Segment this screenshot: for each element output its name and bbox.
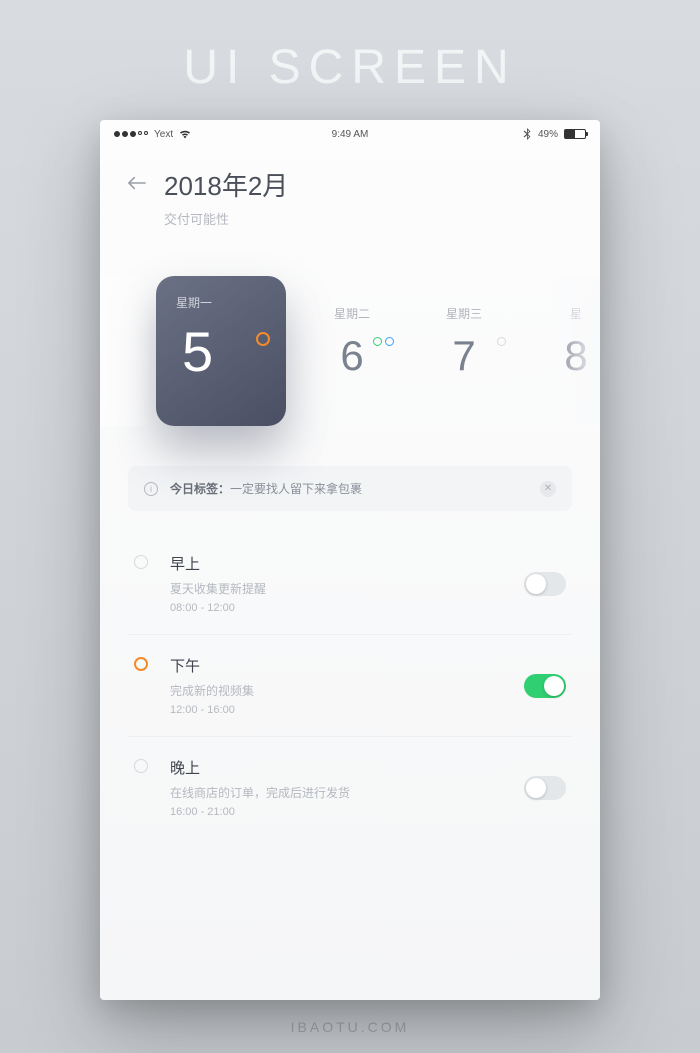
day-weekday-label: 星期三 xyxy=(408,291,520,322)
day-number: 8 xyxy=(520,332,600,380)
slot-afternoon-toggle[interactable] xyxy=(524,674,566,698)
battery-percent: 49% xyxy=(538,129,558,140)
header: 2018年2月 交付可能性 xyxy=(100,148,600,236)
status-left: Yext xyxy=(114,129,332,140)
background-title: UI SCREEN xyxy=(0,40,700,95)
day-weekday-label: 星期二 xyxy=(296,291,408,322)
status-bar: Yext 9:49 AM 49% xyxy=(100,120,600,148)
slot-desc: 完成新的视频集 xyxy=(170,682,524,699)
day-wednesday[interactable]: 星期三 7 xyxy=(408,291,520,411)
slot-marker-icon xyxy=(134,555,148,569)
slot-morning-toggle[interactable] xyxy=(524,572,566,596)
status-right: 49% xyxy=(368,128,586,140)
day-indicator-icon xyxy=(497,337,506,346)
day-thursday[interactable]: 星 8 xyxy=(520,291,600,411)
slot-marker-icon xyxy=(134,759,148,773)
carrier-label: Yext xyxy=(154,129,173,140)
slot-evening: 晚上 在线商店的订单，完成后进行发货 16:00 - 21:00 xyxy=(128,737,572,838)
day-indicator-icon xyxy=(373,337,394,346)
back-button[interactable] xyxy=(128,176,146,190)
slot-morning: 早上 夏天收集更新提醒 08:00 - 12:00 xyxy=(128,533,572,635)
tag-close-button[interactable]: ✕ xyxy=(540,481,556,497)
time-slots: 早上 夏天收集更新提醒 08:00 - 12:00 下午 完成新的视频集 12:… xyxy=(128,533,572,838)
tag-label: 今日标签： xyxy=(170,482,230,496)
slot-desc: 在线商店的订单，完成后进行发货 xyxy=(170,784,524,801)
tag-text: 一定要找人留下来拿包裹 xyxy=(230,482,362,496)
day-number: 5 xyxy=(156,319,286,384)
slot-title: 早上 xyxy=(170,553,524,574)
slot-title: 下午 xyxy=(170,655,524,676)
day-weekday-label: 星 xyxy=(520,291,600,322)
slot-afternoon: 下午 完成新的视频集 12:00 - 16:00 xyxy=(128,635,572,737)
slot-evening-toggle[interactable] xyxy=(524,776,566,800)
day-indicator-icon xyxy=(256,332,270,346)
slot-time: 12:00 - 16:00 xyxy=(170,704,524,716)
phone-frame: Yext 9:49 AM 49% 2018年2月 交付可能性 星期一 5 星期二… xyxy=(100,120,600,1000)
slot-desc: 夏天收集更新提醒 xyxy=(170,580,524,597)
signal-dots-icon xyxy=(114,131,148,137)
day-selector[interactable]: 星期一 5 星期二 6 星期三 7 星 8 xyxy=(100,276,600,426)
slot-time: 16:00 - 21:00 xyxy=(170,806,524,818)
page-subtitle: 交付可能性 xyxy=(164,209,288,228)
wifi-icon xyxy=(179,129,191,139)
day-weekday-label: 星期一 xyxy=(156,276,286,311)
background-footer: IBAOTU.COM xyxy=(0,1019,700,1035)
page-title: 2018年2月 xyxy=(164,166,288,203)
battery-icon xyxy=(564,129,586,139)
today-tag-banner: i 今日标签：一定要找人留下来拿包裹 ✕ xyxy=(128,466,572,511)
bluetooth-icon xyxy=(522,128,532,140)
slot-time: 08:00 - 12:00 xyxy=(170,602,524,614)
day-monday[interactable]: 星期一 5 xyxy=(156,276,286,426)
status-time: 9:49 AM xyxy=(332,129,369,140)
info-icon: i xyxy=(144,482,158,496)
slot-marker-icon xyxy=(134,657,148,671)
slot-title: 晚上 xyxy=(170,757,524,778)
day-tuesday[interactable]: 星期二 6 xyxy=(296,291,408,411)
